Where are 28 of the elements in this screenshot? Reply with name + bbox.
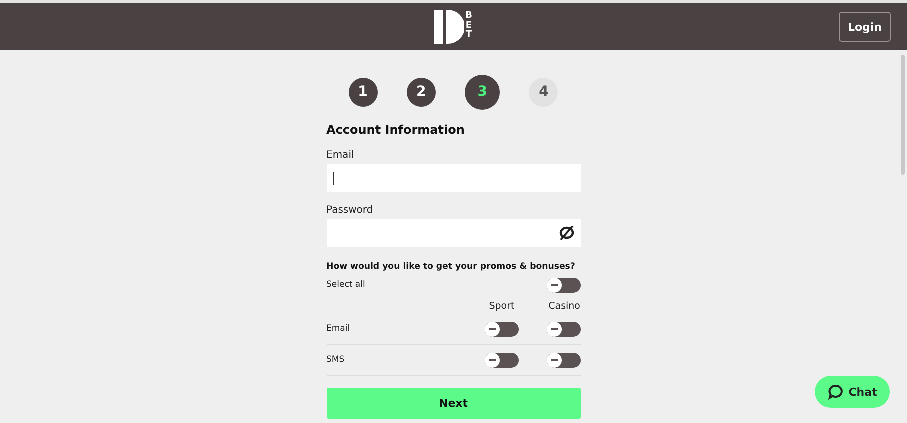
step-indicator: 4 bbox=[529, 78, 558, 106]
toggle-switch[interactable] bbox=[546, 322, 580, 336]
next-button[interactable]: Next bbox=[326, 388, 580, 419]
option-label: Select all bbox=[326, 280, 366, 290]
field-label: Email bbox=[326, 150, 356, 161]
section-title: Account Information bbox=[326, 123, 466, 137]
promo-question: How would you like to get your promos & bonuses? bbox=[326, 262, 576, 272]
column-header: Casino bbox=[548, 300, 580, 312]
column-header: Sport bbox=[488, 300, 516, 312]
toggle-switch[interactable] bbox=[485, 322, 519, 336]
step-indicator: 3 bbox=[465, 74, 500, 110]
chat-button[interactable]: Chat bbox=[815, 376, 890, 408]
chat-bubble-icon bbox=[828, 384, 844, 400]
toggle-switch[interactable] bbox=[546, 278, 580, 292]
toggle-switch[interactable] bbox=[546, 352, 580, 368]
email-field[interactable] bbox=[326, 164, 580, 192]
scrollbar[interactable] bbox=[901, 55, 905, 175]
toggle-switch[interactable] bbox=[485, 352, 519, 368]
option-label: Email bbox=[326, 324, 350, 334]
password-field[interactable] bbox=[326, 219, 580, 247]
step-indicator: 1 bbox=[348, 78, 378, 106]
field-label: Password bbox=[326, 205, 374, 216]
option-label: SMS bbox=[326, 355, 345, 365]
logo-text: BET bbox=[464, 12, 474, 42]
hidden-eye-icon[interactable] bbox=[558, 226, 574, 240]
logo-icon bbox=[434, 10, 464, 44]
step-indicator: 2 bbox=[406, 78, 436, 106]
login-button[interactable]: Login bbox=[839, 12, 891, 42]
